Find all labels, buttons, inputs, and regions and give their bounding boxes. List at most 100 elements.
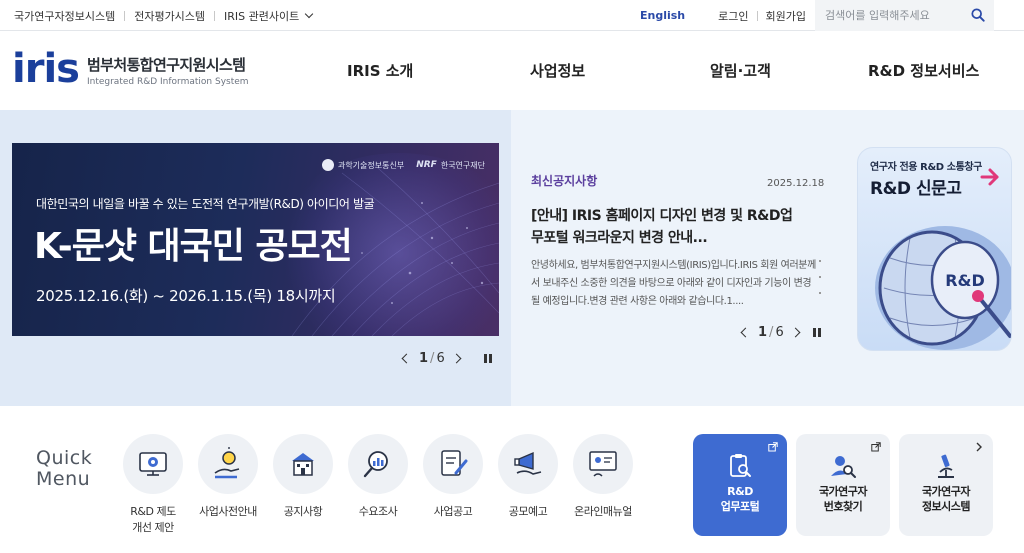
promo-title: R&D 신문고	[870, 179, 962, 199]
search-box	[815, 0, 994, 31]
notice-date: 2025.12.18	[767, 178, 825, 189]
login-link[interactable]: 로그인	[718, 8, 748, 24]
quick-item-demand-survey[interactable]: 수요조사	[338, 434, 418, 520]
nav-program-info[interactable]: 사업정보	[530, 31, 585, 110]
svg-text:R&D: R&D	[945, 271, 985, 290]
logo-english: Integrated R&D Information System	[86, 76, 249, 87]
card-researcher-info-system[interactable]: 국가연구자정보시스템	[899, 434, 993, 536]
promo-tag: 연구자 전용 R&D 소통창구	[870, 162, 982, 173]
link-evaluation-system[interactable]: 전자평가시스템	[134, 8, 205, 24]
card-label-line2: 정보시스템	[921, 500, 971, 513]
notice-title[interactable]: [안내] IRIS 홈페이지 디자인 변경 및 R&D업무포털 워크라운지 변경…	[531, 205, 801, 249]
banner-pager: 1 / 6	[401, 351, 492, 366]
search-input[interactable]	[825, 9, 965, 22]
quick-label-line1: R&D 제도	[130, 505, 176, 518]
pager-divider: /	[769, 325, 774, 340]
signup-link[interactable]: 회원가입	[766, 8, 806, 24]
quick-item-preliminary-info[interactable]: 사업사전안내	[188, 434, 268, 520]
quick-item-circle	[423, 434, 483, 494]
pager-divider: /	[430, 351, 435, 366]
notice-pager-current: 1	[758, 325, 768, 340]
person-search-icon	[831, 456, 856, 478]
card-rnd-portal[interactable]: R&D 업무포털	[693, 434, 787, 536]
nav-label: IRIS 소개	[347, 62, 414, 80]
card-label-line2: 번호찾기	[823, 500, 863, 513]
lightbulb-hand-icon	[214, 447, 240, 479]
chevron-left-icon[interactable]	[401, 353, 412, 364]
building-icon	[292, 453, 314, 476]
notice-body: 안녕하세요, 범부처통합연구지원시스템(IRIS)입니다.IRIS 회원 여러분…	[531, 260, 816, 307]
microscope-icon	[938, 454, 954, 478]
chevron-left-icon[interactable]	[740, 327, 751, 338]
card-label-line1: 국가연구자	[818, 485, 868, 498]
arrow-right-icon	[980, 168, 999, 186]
banner-pager-total: 6	[436, 351, 445, 366]
nav-label: 사업정보	[530, 62, 586, 80]
card-label: 국가연구자정보시스템	[899, 484, 993, 514]
quick-item-label: 사업사전안내	[199, 505, 257, 518]
related-sites: 국가연구자정보시스템 전자평가시스템 IRIS 관련사이트	[14, 0, 314, 31]
external-link-icon	[768, 442, 778, 452]
utility-bar: 국가연구자정보시스템 전자평가시스템 IRIS 관련사이트 English 로그…	[0, 0, 1024, 31]
english-link[interactable]: English	[640, 9, 685, 22]
search-icon[interactable]	[971, 8, 985, 22]
divider	[214, 10, 216, 21]
card-label: R&D 업무포털	[693, 484, 787, 514]
quick-title-line1: Quick	[36, 447, 93, 469]
quick-item-circle	[273, 434, 333, 494]
nrf-logo: NRF 한국연구재단	[416, 160, 485, 171]
pause-icon[interactable]	[483, 354, 492, 363]
banner-title: K-문샷 대국민 공모전	[34, 226, 353, 267]
quick-item-label: R&D 제도개선 제안	[113, 504, 193, 536]
notice-scroll-indicator	[819, 260, 821, 304]
rnd-sinmungo-banner[interactable]: 연구자 전용 R&D 소통창구 R&D 신문고 R&D	[857, 147, 1012, 351]
quick-menu-title: Quick Menu	[36, 448, 92, 490]
divider	[124, 10, 126, 21]
divider	[756, 10, 758, 21]
quick-item-circle	[123, 434, 183, 494]
clipboard-search-icon	[730, 454, 751, 477]
banner-period: 2025.12.16.(화) ~ 2026.1.15.(목) 18시까지	[36, 287, 336, 305]
chevron-right-icon[interactable]	[451, 353, 462, 364]
account-links: English 로그인 회원가입	[640, 0, 806, 31]
related-sites-label: IRIS 관련사이트	[224, 9, 300, 23]
logo-text: 범부처통합연구지원시스템 Integrated R&D Information …	[87, 54, 249, 87]
quick-item-label: 수요조사	[358, 505, 398, 518]
quick-item-circle	[573, 434, 633, 494]
megaphone-hand-icon	[514, 451, 542, 475]
link-researcher-info-system[interactable]: 국가연구자정보시스템	[14, 8, 115, 24]
site-logo[interactable]: iris 범부처통합연구지원시스템 Integrated R&D Informa…	[12, 49, 249, 89]
msit-emblem-icon	[321, 159, 334, 171]
banner-pager-current: 1	[419, 351, 429, 366]
banner-organizations: 과학기술정보통신부 NRF 한국연구재단	[321, 159, 485, 171]
gear-screen-icon	[139, 452, 167, 476]
quick-item-program-announcement[interactable]: 사업공고	[413, 434, 493, 520]
chevron-right-icon[interactable]	[790, 327, 801, 338]
nav-notice-support[interactable]: 알림·고객	[710, 31, 771, 110]
nrf-label: 한국연구재단	[440, 160, 485, 170]
msit-label: 과학기술정보통신부	[337, 160, 405, 170]
quick-item-label: 공모예고	[508, 505, 548, 518]
quick-item-call-preview[interactable]: 공모예고	[488, 434, 568, 520]
document-pen-icon	[441, 450, 468, 476]
quick-label-line2: 개선 제안	[132, 521, 174, 534]
main-banner[interactable]: 과학기술정보통신부 NRF 한국연구재단 대한민국의 내일을 바꿀 수 있는 도전…	[12, 143, 499, 336]
quick-item-rnd-proposal[interactable]: R&D 제도개선 제안	[113, 434, 193, 536]
nav-iris-intro[interactable]: IRIS 소개	[347, 31, 413, 110]
quick-item-notice[interactable]: 공지사항	[263, 434, 343, 520]
logo-korean: 범부처통합연구지원시스템	[86, 55, 246, 74]
nav-label: R&D 정보서비스	[868, 62, 980, 80]
related-sites-dropdown[interactable]: IRIS 관련사이트	[224, 8, 314, 24]
nav-rnd-info-service[interactable]: R&D 정보서비스	[868, 31, 979, 110]
card-researcher-number[interactable]: 국가연구자번호찾기	[796, 434, 890, 536]
pause-icon[interactable]	[812, 328, 821, 337]
quick-item-online-manual[interactable]: 온라인매뉴얼	[563, 434, 643, 520]
quick-item-label: 공지사항	[283, 505, 323, 518]
card-label-line1: 국가연구자	[921, 485, 971, 498]
quick-item-circle	[198, 434, 258, 494]
drum-icon: R&D	[875, 226, 1011, 350]
nav-label: 알림·고객	[710, 62, 771, 80]
quick-item-label: 온라인매뉴얼	[574, 505, 632, 518]
presentation-icon	[589, 451, 617, 477]
card-label: 국가연구자번호찾기	[796, 484, 890, 514]
